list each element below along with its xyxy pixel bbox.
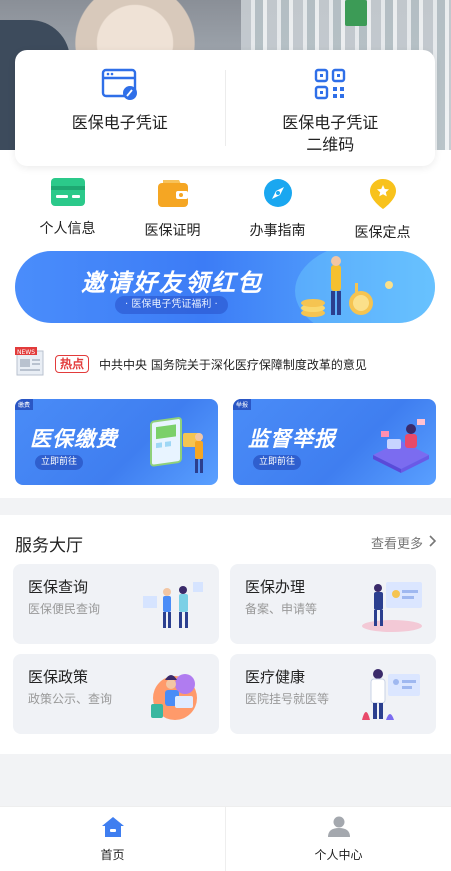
qrcode-label-line2: 二维码: [306, 135, 355, 154]
query-consult-illustration: [143, 582, 203, 628]
service-insurance-query[interactable]: 医保查询 医保便民查询: [13, 564, 219, 644]
tab-profile-label: 个人中心: [314, 847, 363, 862]
quick-link-label: 办事指南: [249, 223, 306, 239]
service-insurance-handling[interactable]: 医保办理 备案、申请等: [230, 564, 436, 644]
feature-title: 监督举报: [248, 427, 336, 451]
supervision-report-card[interactable]: 举报 监督举报 立即前往: [233, 399, 436, 485]
payment-terminal-illustration: [150, 417, 203, 473]
quick-link-personal-info[interactable]: 个人信息: [15, 178, 120, 238]
chevron-right-icon: [429, 534, 437, 551]
location-pin-icon: [369, 178, 397, 214]
user-icon: [327, 816, 351, 842]
svg-text:NEWS: NEWS: [17, 349, 35, 356]
feature-go-button[interactable]: 立即前往: [253, 455, 302, 470]
tab-home-label: 首页: [100, 847, 125, 862]
news-icon: NEWS: [15, 347, 47, 381]
handling-illustration: [362, 582, 422, 632]
invite-friends-banner[interactable]: 邀请好友领红包 · 医保电子凭证福利 ·: [15, 251, 435, 323]
hot-tag: 热点: [55, 355, 90, 373]
bottom-tab-bar: 首页 个人中心: [0, 806, 451, 871]
policy-illustration: [151, 674, 197, 720]
feature-go-button[interactable]: 立即前往: [35, 455, 84, 470]
quick-link-label: 医保定点: [354, 225, 411, 241]
banner-subtitle: · 医保电子凭证福利 ·: [115, 296, 228, 314]
service-subtitle: 政策公示、查询: [28, 692, 113, 706]
browser-card-icon: [101, 68, 139, 104]
news-ticker[interactable]: NEWS 热点 中共中央 国务院关于深化医疗保障制度改革的意见: [15, 347, 435, 381]
banner-title: 邀请好友领红包: [81, 269, 263, 297]
hero-green-box: [345, 0, 367, 26]
qrcode-icon: [314, 68, 346, 104]
service-medical-health[interactable]: 医疗健康 医院挂号就医等: [230, 654, 436, 734]
insurance-payment-card[interactable]: 缴费 医保缴费 立即前往: [15, 399, 218, 485]
tab-profile[interactable]: 个人中心: [226, 807, 451, 871]
service-insurance-policy[interactable]: 医保政策 政策公示、查询: [13, 654, 219, 734]
e-voucher-label: 医保电子凭证: [71, 113, 168, 132]
feature-mini-tag: 缴费: [15, 399, 34, 410]
feature-mini-tag: 举报: [233, 399, 252, 410]
e-voucher-button[interactable]: 医保电子凭证: [15, 50, 225, 166]
banner-illustration: [301, 256, 393, 317]
quick-link-service-guide[interactable]: 办事指南: [225, 178, 330, 239]
quick-links: 个人信息 医保证明 办事指南 医保定点: [0, 178, 451, 241]
voucher-card: 医保电子凭证 医保电子凭证 二维码: [15, 50, 435, 166]
quick-link-label: 医保证明: [144, 223, 201, 239]
service-subtitle: 医院挂号就医等: [245, 692, 330, 706]
quick-link-designated-points[interactable]: 医保定点: [330, 178, 435, 241]
service-subtitle: 医保便民查询: [28, 602, 101, 616]
compass-icon: [263, 178, 293, 212]
service-hall-title: 服务大厅: [15, 536, 83, 556]
news-headline[interactable]: 中共中央 国务院关于深化医疗保障制度改革的意见: [99, 356, 367, 373]
view-more-link[interactable]: 查看更多: [371, 533, 437, 552]
tab-home[interactable]: 首页: [0, 807, 225, 871]
qrcode-label-line1: 医保电子凭证: [282, 113, 379, 132]
e-voucher-qrcode-button[interactable]: 医保电子凭证 二维码: [226, 50, 436, 166]
feature-title: 医保缴费: [30, 427, 118, 451]
quick-link-insurance-proof[interactable]: 医保证明: [120, 178, 225, 239]
service-subtitle: 备案、申请等: [245, 602, 318, 616]
app-page: 医保电子凭证 医保电子凭证 二维码 个人信息 医保证明 办事指南 医保定点 邀请…: [0, 0, 451, 871]
id-card-icon: [50, 178, 85, 210]
report-illustration: [373, 419, 429, 473]
service-title: 医保办理: [245, 578, 306, 596]
quick-link-label: 个人信息: [39, 221, 96, 237]
service-title: 医保政策: [28, 668, 89, 686]
home-icon: [101, 816, 125, 842]
wallet-icon: [157, 178, 189, 212]
doctor-illustration: [362, 669, 420, 720]
service-title: 医保查询: [28, 578, 89, 596]
service-title: 医疗健康: [245, 668, 306, 686]
service-hall: 服务大厅 查看更多 医保查询 医保便民查询 医保办理 备案、申请等 医保政策 政…: [0, 515, 451, 754]
view-more-label: 查看更多: [370, 537, 423, 552]
